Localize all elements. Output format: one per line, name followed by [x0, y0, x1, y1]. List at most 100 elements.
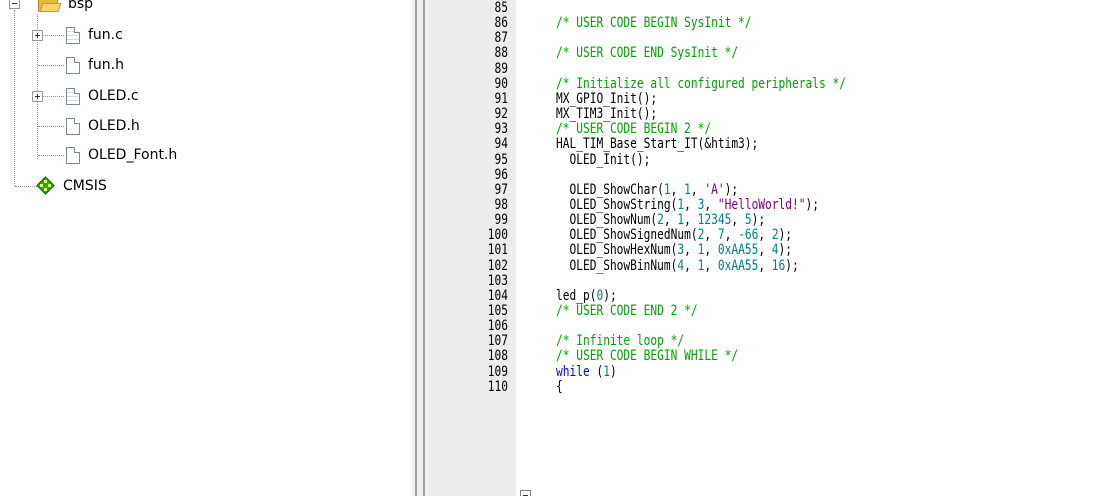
project-tree-panel: bsp fun.c fun.h OLED.c OLED.h OLED_Font.… [0, 0, 412, 496]
code-token-number: 0 [596, 288, 604, 304]
code-token-plain: MX_GPIO_Init(); [556, 91, 658, 107]
code-line[interactable]: led_p(0); [556, 289, 617, 303]
code-token-plain: ) [609, 364, 617, 380]
line-number: 99 [494, 212, 508, 228]
line-number: 98 [494, 197, 508, 213]
code-line[interactable]: OLED_ShowString(1, 3, "HelloWorld!"); [556, 198, 819, 212]
line-number: 108 [487, 348, 508, 364]
code-token-plain: , [670, 182, 685, 198]
line-number: 90 [494, 76, 508, 92]
tree-file-label: OLED.c [88, 88, 139, 104]
code-token-number: 2 [657, 212, 664, 228]
code-token-number: 0xAA55 [717, 242, 759, 258]
code-editor[interactable]: 85 86 87 88 89 90 91 92 93 94 95 96 97 98 99 100 101 102 1… [430, 0, 1094, 496]
tree-file-oled-font-h[interactable]: OLED_Font.h [66, 143, 177, 167]
code-token-plain: , [758, 227, 772, 243]
code-token-plain: , [704, 197, 718, 213]
code-token-comment: /* USER CODE BEGIN 2 */ [556, 121, 712, 137]
code-line[interactable]: OLED_ShowBinNum(4, 1, 0xAA55, 16); [556, 258, 799, 274]
code-token-plain: OLED_ShowBinNum( [556, 258, 678, 274]
code-line[interactable]: /* Infinite loop */ [556, 334, 684, 348]
code-line[interactable]: /* Initialize all configured peripherals… [556, 77, 846, 91]
code-token-plain: ); [805, 197, 819, 213]
code-text-area[interactable]: /* USER CODE BEGIN SysInit */ /* USER COD… [530, 0, 1094, 496]
tree-file-fun-c[interactable]: fun.c [66, 23, 123, 47]
line-number: 92 [494, 106, 508, 122]
cmsis-component-icon [36, 176, 55, 195]
code-token-plain: led_p( [556, 288, 597, 304]
line-number: 86 [494, 15, 508, 31]
code-line[interactable]: { [556, 380, 563, 394]
code-token-comment: /* USER CODE BEGIN WHILE */ [556, 348, 739, 364]
tree-file-fun-h[interactable]: fun.h [66, 53, 124, 77]
code-line[interactable]: /* USER CODE BEGIN WHILE */ [556, 349, 738, 363]
code-token-number: 7 [717, 227, 725, 243]
code-line[interactable]: OLED_ShowNum(2, 1, 12345, 5); [556, 213, 765, 227]
code-line[interactable]: while (1) [556, 365, 617, 379]
code-token-plain: , [704, 242, 718, 258]
expand-toggle-icon[interactable] [32, 91, 43, 102]
code-token-number: -66 [738, 227, 759, 243]
code-token-plain: ); [603, 288, 617, 304]
code-token-plain: , [684, 212, 698, 228]
code-line[interactable]: OLED_ShowSignedNum(2, 7, -66, 2); [556, 228, 792, 242]
code-token-number: 0xAA55 [717, 258, 759, 274]
line-number: 88 [494, 45, 508, 61]
line-number: 87 [494, 30, 508, 46]
tree-file-label: OLED.h [88, 118, 140, 134]
tree-file-label: fun.c [88, 27, 123, 43]
tree-file-oled-c[interactable]: OLED.c [66, 84, 139, 108]
code-line[interactable]: MX_GPIO_Init(); [556, 92, 657, 106]
code-token-plain: ); [785, 258, 799, 274]
tree-file-oled-h[interactable]: OLED.h [66, 114, 140, 138]
code-token-plain: OLED_ShowHexNum( [556, 242, 678, 258]
panel-splitter[interactable] [412, 0, 430, 496]
header-file-icon [66, 146, 80, 164]
line-number: 91 [494, 91, 508, 107]
code-token-plain: , [690, 182, 705, 198]
source-file-icon [66, 87, 80, 105]
code-token-plain: MX_TIM3_Init(); [556, 106, 658, 122]
expand-toggle-icon[interactable] [32, 30, 43, 41]
tree-file-label: fun.h [88, 57, 124, 73]
code-token-plain: OLED_ShowString( [556, 197, 678, 213]
code-token-plain: , [758, 258, 772, 274]
code-line[interactable]: /* USER CODE END SysInit */ [556, 46, 738, 60]
code-token-plain: , [724, 227, 739, 243]
code-token-number: 12345 [697, 212, 732, 228]
code-token-plain: ); [778, 227, 793, 243]
code-line[interactable]: OLED_ShowHexNum(3, 1, 0xAA55, 4); [556, 243, 792, 257]
code-line[interactable]: /* USER CODE BEGIN SysInit */ [556, 16, 752, 30]
code-token-number: 1 [684, 182, 691, 198]
code-token-plain: OLED_ShowNum( [556, 212, 658, 228]
code-line[interactable]: HAL_TIM_Base_Start_IT(&htim3); [556, 137, 758, 151]
code-line[interactable]: OLED_Init(); [556, 153, 650, 167]
code-token-plain: OLED_ShowSignedNum( [556, 227, 698, 243]
line-number: 104 [487, 288, 508, 304]
tree-component-label: CMSIS [63, 178, 107, 194]
code-line[interactable]: MX_TIM3_Init(); [556, 107, 657, 121]
line-number: 100 [487, 227, 508, 243]
tree-folder-bsp[interactable]: bsp [38, 0, 93, 16]
line-number: 103 [487, 273, 508, 289]
tree-guide-line [15, 186, 37, 187]
line-number: 106 [487, 318, 508, 334]
code-token-comment: /* Infinite loop */ [556, 333, 685, 349]
code-token-plain: , [704, 227, 718, 243]
tree-guide-line [43, 96, 64, 97]
fold-collapse-icon[interactable] [520, 490, 531, 496]
code-token-plain: , [704, 258, 718, 274]
collapse-toggle-icon[interactable] [9, 0, 20, 9]
tree-guide-line [38, 126, 64, 127]
splitter-edge [423, 0, 425, 496]
code-token-string: "HelloWorld!" [717, 197, 806, 213]
tree-guide-line [38, 65, 64, 66]
code-line[interactable]: /* USER CODE BEGIN 2 */ [556, 122, 711, 136]
line-number: 101 [487, 242, 508, 258]
code-line[interactable]: /* USER CODE END 2 */ [556, 304, 698, 318]
header-file-icon [66, 56, 80, 74]
splitter-edge [415, 0, 417, 496]
tree-component-cmsis[interactable]: CMSIS [36, 174, 107, 198]
code-token-plain: ( [589, 364, 604, 380]
code-line[interactable]: OLED_ShowChar(1, 1, 'A'); [556, 183, 738, 197]
